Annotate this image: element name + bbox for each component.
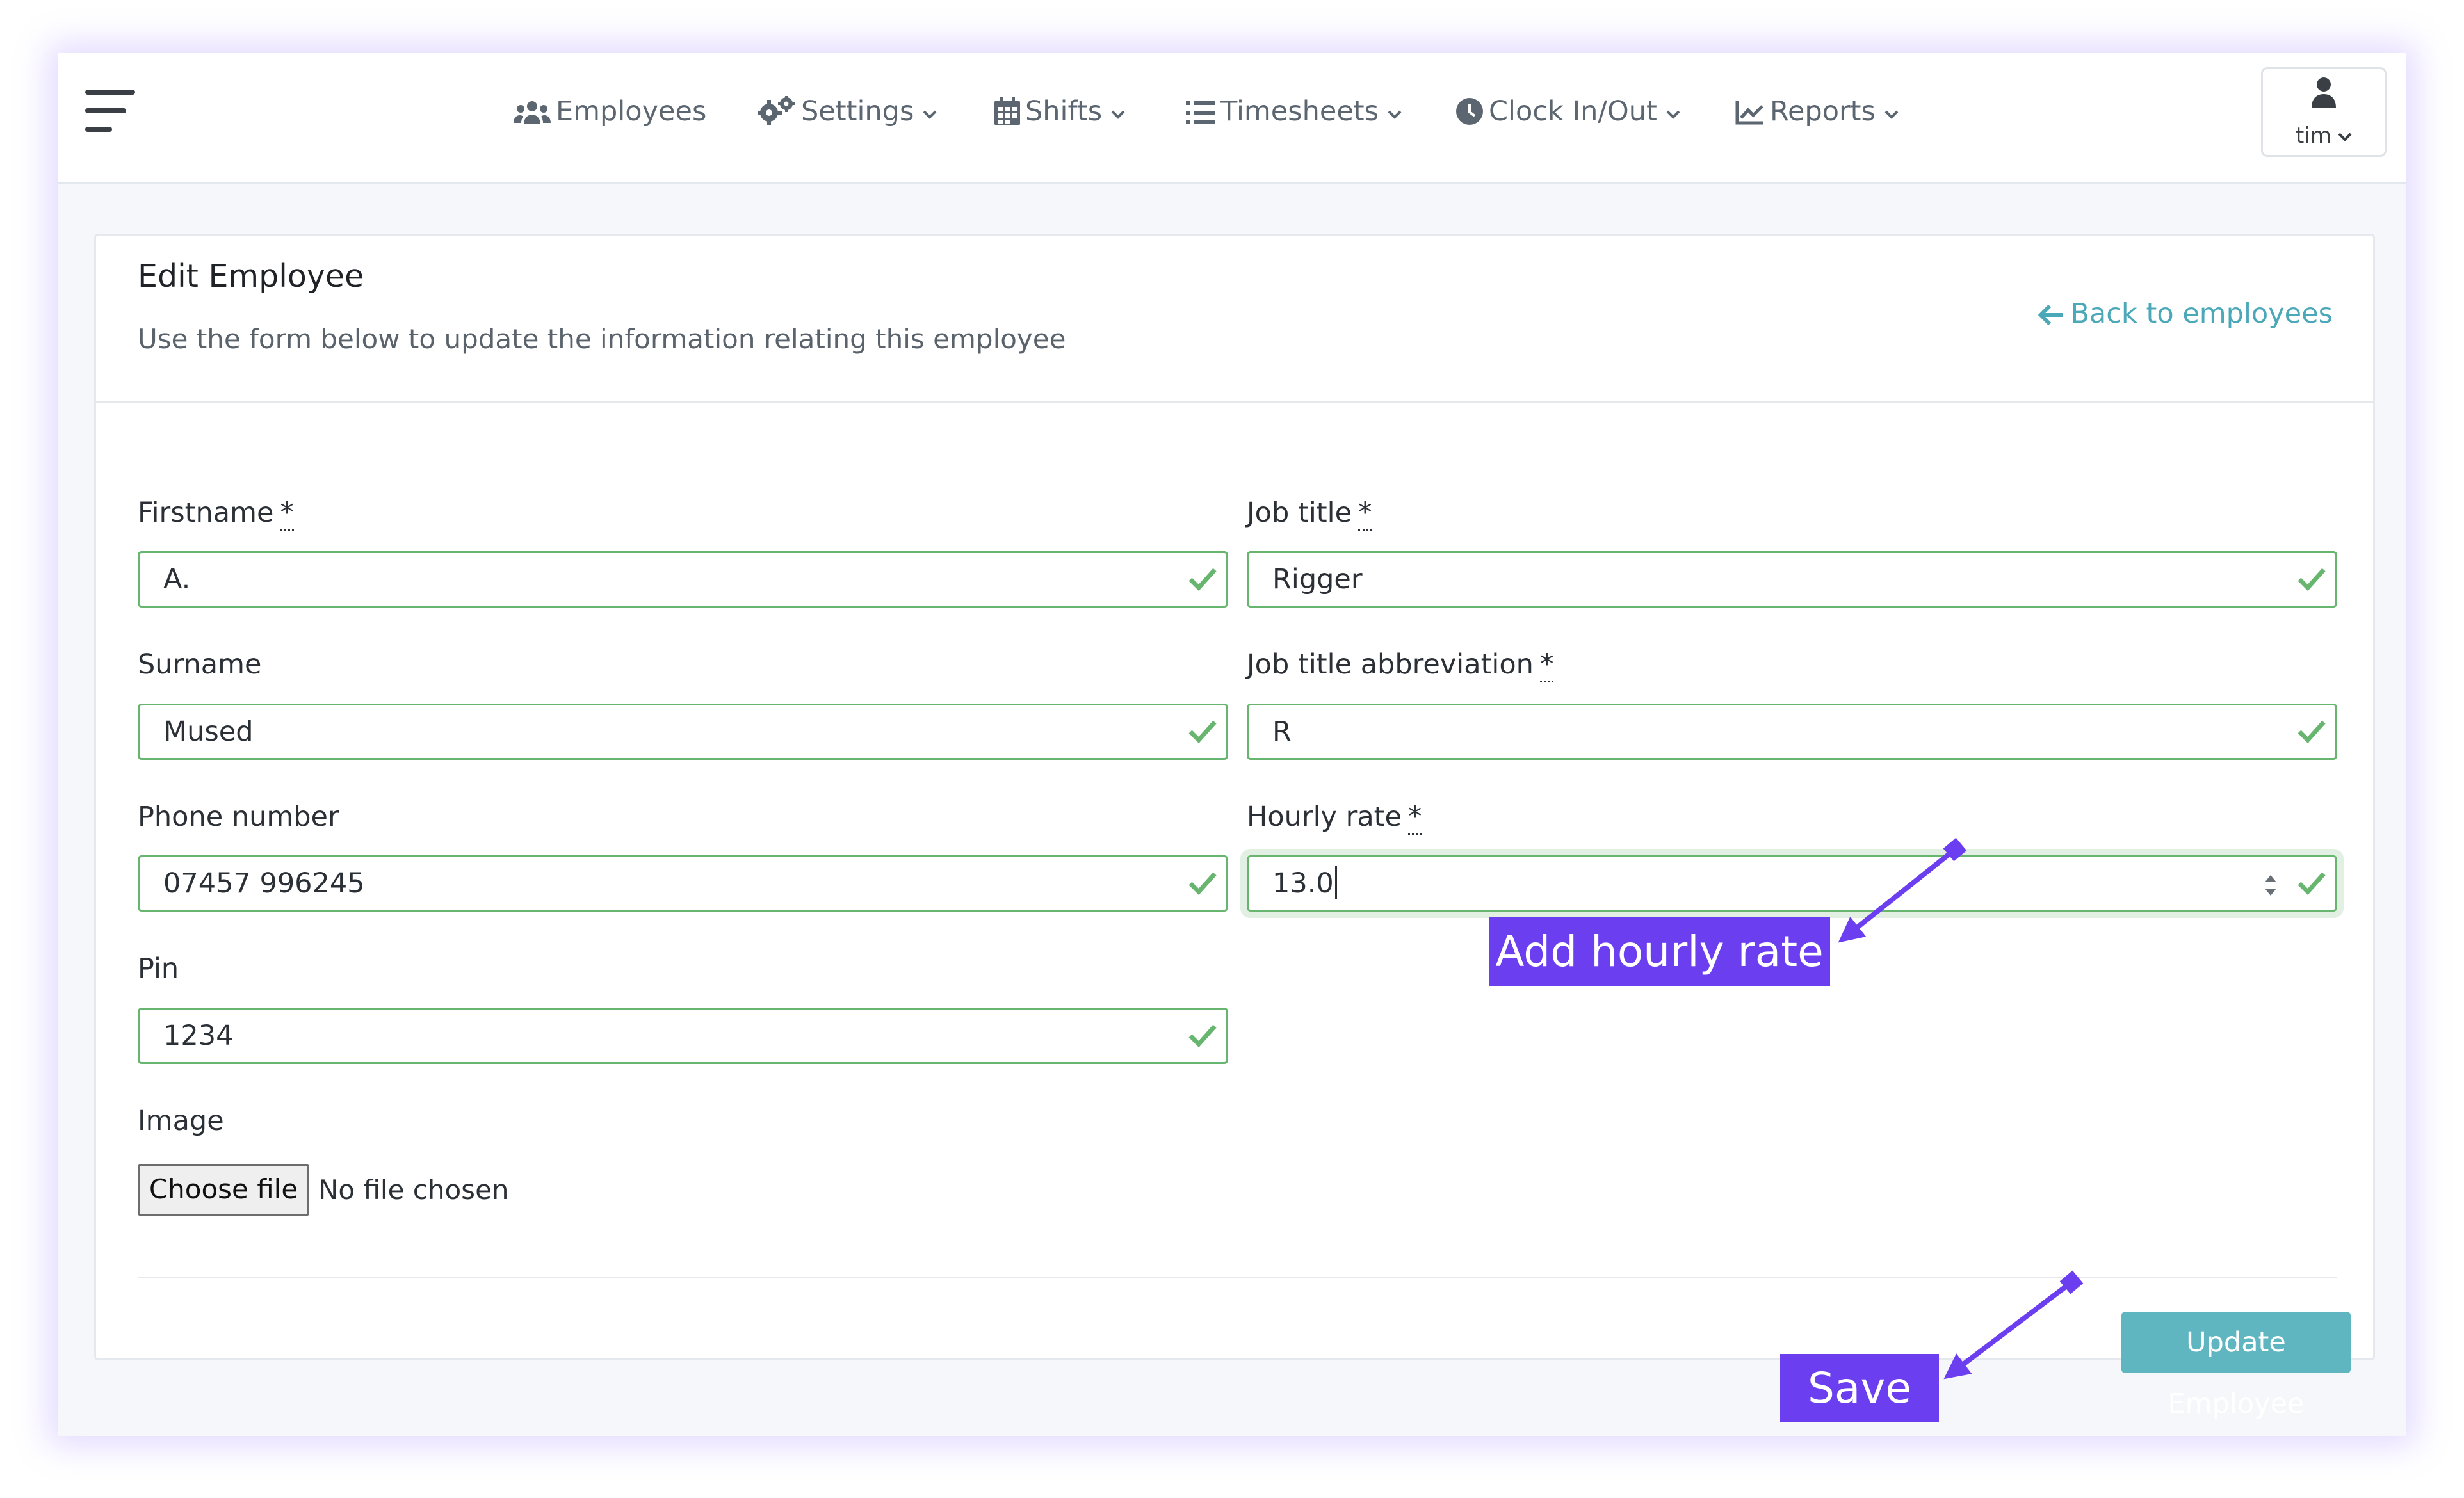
app-window: Employees Settings Shifts Timesheets Clo… (58, 53, 2406, 1436)
arrow-to-update-button (1943, 1270, 2084, 1380)
annotation-arrows (1838, 837, 2084, 1380)
arrow-to-hourly-rate (1838, 837, 1967, 943)
